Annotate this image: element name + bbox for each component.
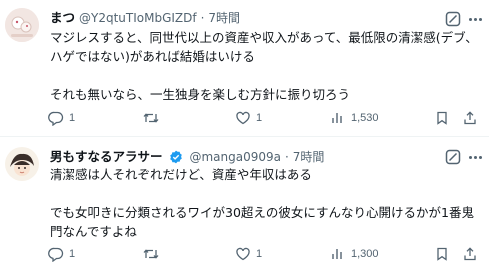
post-text: マジレスすると、同世代以上の資産や収入があって、最低限の清潔感(デブ、 ハゲでは…	[50, 28, 479, 104]
bookmark-button[interactable]	[434, 108, 450, 128]
views-icon	[332, 249, 342, 259]
post-line: でも女叩きに分類されるワイが30超えの彼女にすんなり心開けるかが1番鬼	[50, 205, 474, 220]
views-button[interactable]: 1,530	[330, 108, 379, 128]
retweet-button[interactable]	[142, 108, 165, 128]
post-1[interactable]: まつ @Y2qtuTIoMbGIZDf · 7時間 マジレスすると、同世代以上の…	[0, 0, 489, 137]
reply-icon	[48, 111, 64, 126]
bookmark-icon	[437, 111, 447, 125]
bookmark-button[interactable]	[434, 244, 450, 264]
separator: ·	[200, 11, 205, 25]
retweet-icon	[143, 113, 159, 123]
display-name[interactable]: まつ	[50, 10, 75, 25]
views-icon	[332, 113, 342, 123]
like-icon	[236, 247, 250, 261]
like-count: 1	[256, 248, 263, 260]
like-button[interactable]: 1	[235, 244, 262, 264]
display-name[interactable]: 男もすなるアラサー	[50, 149, 163, 164]
post-header: 男もすなるアラサー @manga0909a · 7時間	[50, 148, 437, 166]
more-icon[interactable]	[466, 10, 484, 28]
grok-icon[interactable]	[444, 148, 462, 166]
like-icon	[236, 111, 250, 125]
user-handle[interactable]: @manga0909a	[189, 150, 281, 164]
avatar[interactable]	[5, 8, 39, 42]
verified-badge-icon	[169, 150, 182, 164]
post-line: 門なんですよね	[50, 224, 137, 239]
like-button[interactable]: 1	[235, 108, 262, 128]
views-button[interactable]: 1,300	[330, 244, 379, 264]
share-button[interactable]	[462, 108, 478, 128]
retweet-button[interactable]	[142, 244, 165, 264]
user-handle[interactable]: @Y2qtuTIoMbGIZDf	[79, 11, 197, 25]
reply-button[interactable]: 1	[48, 108, 75, 128]
like-count: 1	[256, 112, 263, 124]
timestamp[interactable]: 7時間	[208, 11, 240, 25]
separator: ·	[284, 150, 289, 164]
post-line: ハゲではない)があれば結婚はいける	[50, 49, 255, 64]
more-icon[interactable]	[466, 148, 484, 166]
share-icon	[464, 247, 476, 261]
post-line: それも無いなら、一生独身を楽しむ方針に振り切ろう	[50, 87, 351, 102]
post-header: まつ @Y2qtuTIoMbGIZDf · 7時間	[50, 9, 437, 27]
reply-count: 1	[69, 112, 76, 124]
share-button[interactable]	[462, 244, 478, 264]
grok-icon[interactable]	[444, 10, 462, 28]
share-icon	[464, 111, 476, 125]
reply-icon	[48, 247, 64, 262]
avatar[interactable]	[5, 147, 39, 181]
reply-button[interactable]: 1	[48, 244, 75, 264]
views-count: 1,300	[351, 248, 379, 260]
views-count: 1,530	[351, 112, 379, 124]
bookmark-icon	[437, 247, 447, 261]
timestamp[interactable]: 7時間	[293, 150, 325, 164]
post-line: 清潔感は人それぞれだけど、資産や年収はある	[50, 167, 312, 182]
post-text: 清潔感は人それぞれだけど、資産や年収はある でも女叩きに分類されるワイが30超え…	[50, 165, 479, 241]
action-bar: 1 1 1,300	[48, 244, 481, 264]
post-line: マジレスすると、同世代以上の資産や収入があって、最低限の清潔感(デブ、	[50, 30, 478, 45]
action-bar: 1 1 1,530	[48, 108, 481, 128]
reply-count: 1	[69, 248, 76, 260]
retweet-icon	[143, 249, 159, 259]
